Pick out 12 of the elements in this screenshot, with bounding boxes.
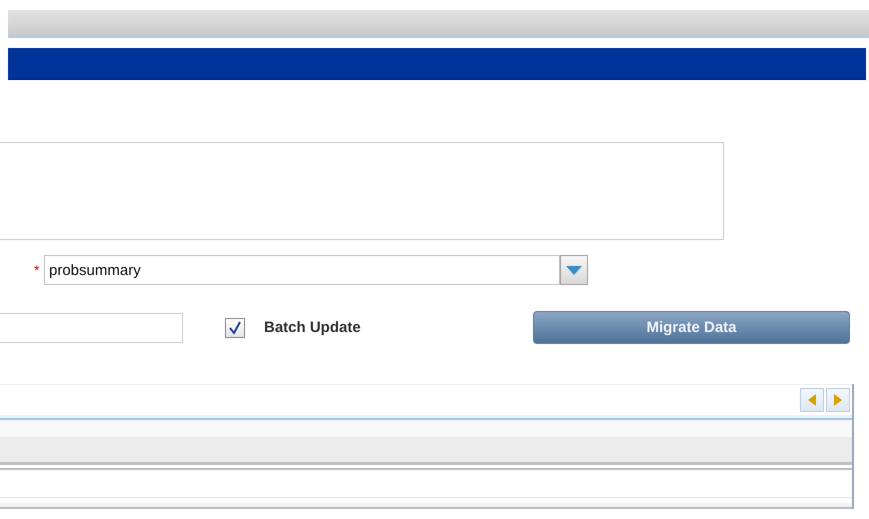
batch-update-label: Batch Update: [264, 319, 361, 336]
caret-icon: [566, 266, 582, 274]
right-arrow-icon: [834, 394, 842, 406]
checkmark-icon: [229, 320, 241, 334]
batch-update-checkbox[interactable]: [225, 318, 245, 338]
input-field[interactable]: [0, 312, 183, 342]
previous-button[interactable]: [800, 388, 824, 412]
required-marker: *: [34, 262, 40, 278]
text-area[interactable]: [0, 142, 724, 240]
dropdown-button[interactable]: [560, 255, 588, 285]
left-arrow-icon: [808, 394, 816, 406]
next-button[interactable]: [826, 388, 850, 412]
